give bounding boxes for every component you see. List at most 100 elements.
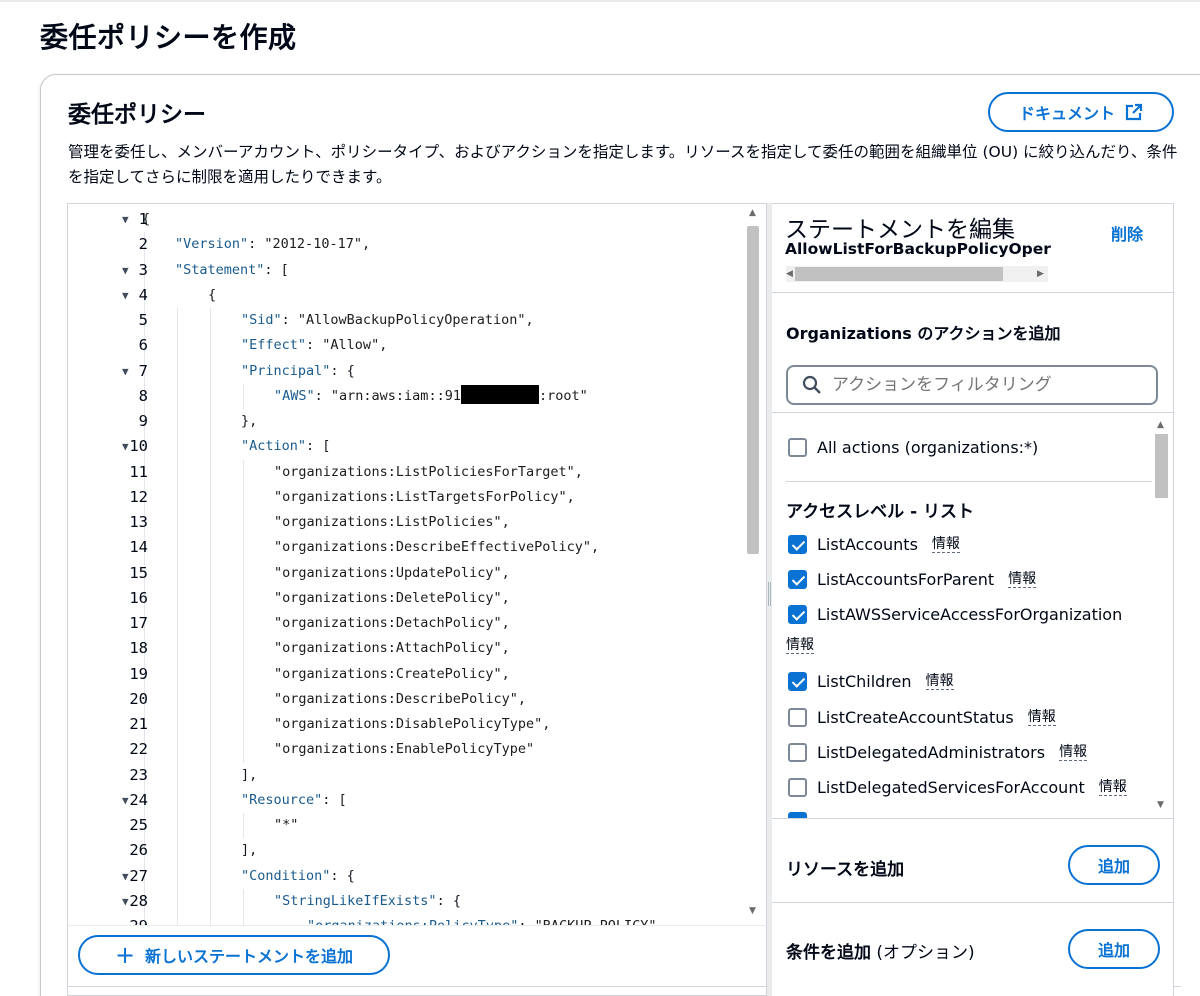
sid-scrollbar-thumb[interactable] xyxy=(795,267,1003,281)
line-number: 28 xyxy=(129,891,148,910)
fold-caret-icon[interactable]: ▼ xyxy=(122,788,129,813)
action-checkbox-row[interactable]: ListDelegatedServicesForAccount 情報 xyxy=(788,775,1127,799)
code-line[interactable]: 23], xyxy=(68,763,748,788)
action-filter-input[interactable] xyxy=(832,375,1132,395)
condition-optional-label: (オプション) xyxy=(876,943,975,963)
action-checkbox-row[interactable]: ListAWSServiceAccessForOrganization xyxy=(788,602,1122,626)
list-scroll-down-arrow-icon[interactable]: ▼ xyxy=(1157,800,1164,810)
info-link[interactable]: 情報 xyxy=(786,637,814,654)
all-actions-checkbox[interactable] xyxy=(788,437,807,457)
add-resource-button[interactable]: 追加 xyxy=(1068,845,1160,885)
action-checkbox[interactable] xyxy=(788,569,807,589)
fold-caret-icon[interactable]: ▼ xyxy=(122,258,129,283)
panel-description: 管理を委任し、メンバーアカウント、ポリシータイプ、およびアクションを指定します。… xyxy=(68,143,1178,186)
info-link[interactable]: 情報 xyxy=(1027,709,1056,726)
code-line[interactable]: 6 "Effect": "Allow", xyxy=(68,333,748,358)
add-new-statement-button[interactable]: + 新しいステートメントを追加 xyxy=(78,935,390,975)
documentation-button[interactable]: ドキュメント xyxy=(988,92,1174,132)
code-line[interactable]: 16 "organizations:DeletePolicy", xyxy=(68,586,748,611)
json-punctuation: , xyxy=(361,236,371,253)
json-string: "arn:aws:iam::91 xyxy=(330,387,461,404)
statement-sid: AllowListForBackupPolicyOpera xyxy=(785,240,1051,258)
line-number: 25 xyxy=(129,816,148,834)
code-line[interactable]: 13 "organizations:ListPolicies", xyxy=(68,510,748,535)
code-line[interactable]: 15 "organizations:UpdatePolicy", xyxy=(68,561,748,586)
delete-statement-link[interactable]: 削除 xyxy=(1111,221,1143,245)
json-string: "organizations:DescribePolicy" xyxy=(274,690,518,707)
action-checkbox-row[interactable]: ListCreateAccountStatus 情報 xyxy=(788,705,1056,729)
action-filter-box[interactable] xyxy=(786,365,1158,405)
line-number: 27 xyxy=(129,866,148,885)
code-line[interactable]: 20 "organizations:DescribePolicy", xyxy=(68,687,748,712)
action-list-scrollbar-thumb[interactable] xyxy=(1155,434,1168,498)
action-checkbox[interactable] xyxy=(788,534,807,554)
code-line[interactable]: 26], xyxy=(68,838,748,863)
fold-caret-icon[interactable]: ▼ xyxy=(122,889,129,914)
json-punctuation: : xyxy=(314,387,331,404)
fold-caret-icon[interactable]: ▼ xyxy=(122,864,129,889)
scroll-left-arrow-icon[interactable]: ◀ xyxy=(786,269,793,279)
code-line[interactable]: 14 "organizations:DescribeEffectivePolicy… xyxy=(68,535,748,560)
fold-caret-icon[interactable]: ▼ xyxy=(122,283,129,308)
code-line[interactable]: 9}, xyxy=(68,409,748,434)
json-punctuation: : [ xyxy=(322,791,347,808)
code-line[interactable]: 22 "organizations:EnablePolicyType" xyxy=(68,737,748,762)
fold-caret-icon[interactable]: ▼ xyxy=(122,207,129,232)
code-line[interactable]: 27 ▼ "Condition": { xyxy=(68,864,748,889)
policy-json-editor[interactable]: 1 ▼ {2 "Version": "2012-10-17", 3 ▼ "Statement… xyxy=(67,203,767,925)
code-line[interactable]: 17 "organizations:DetachPolicy", xyxy=(68,611,748,636)
code-line[interactable]: 7 ▼ "Principal": { xyxy=(68,359,748,384)
code-text: { xyxy=(142,207,150,232)
code-line[interactable]: 29 "organizations:PolicyType": "BACKUP_PO… xyxy=(68,914,748,925)
action-label: ListAWSServiceAccessForOrganization xyxy=(817,604,1123,624)
action-checkbox-row[interactable]: ListAccountsForParent 情報 xyxy=(788,567,1037,591)
action-checkbox[interactable] xyxy=(788,742,807,762)
code-line[interactable]: 3 ▼ "Statement": [ xyxy=(68,258,748,283)
action-checkbox-row[interactable]: ListAccounts 情報 xyxy=(788,532,960,556)
action-label: ListDelegatedAdministrators xyxy=(817,742,1046,762)
pane-divider xyxy=(772,412,1174,413)
code-line[interactable]: 1 ▼ { xyxy=(68,207,748,232)
action-checkbox[interactable] xyxy=(788,777,807,797)
action-checkbox[interactable] xyxy=(788,671,807,691)
json-string: "BACKUP_POLICY" xyxy=(535,918,657,925)
info-link[interactable]: 情報 xyxy=(931,536,960,553)
action-checkbox[interactable] xyxy=(788,707,807,727)
scroll-right-arrow-icon[interactable]: ▶ xyxy=(1037,269,1044,279)
code-line[interactable]: 11 "organizations:ListPoliciesForTarget", xyxy=(68,460,748,485)
code-line[interactable]: 12 "organizations:ListTargetsForPolicy", xyxy=(68,485,748,510)
fold-caret-icon[interactable]: ▼ xyxy=(122,434,129,459)
code-line[interactable]: 18 "organizations:AttachPolicy", xyxy=(68,636,748,661)
splitter-grip-icon[interactable] xyxy=(768,582,771,606)
code-line[interactable]: 19 "organizations:CreatePolicy", xyxy=(68,662,748,687)
code-line[interactable]: 28 ▼ "StringLikeIfExists": { xyxy=(68,889,748,914)
editor-scrollbar-thumb[interactable] xyxy=(747,226,759,554)
all-actions-checkbox-row[interactable]: All actions (organizations:*) xyxy=(788,435,1038,459)
json-punctuation: , xyxy=(501,640,510,657)
action-checkbox[interactable] xyxy=(788,604,807,624)
code-line[interactable]: 2 "Version": "2012-10-17", xyxy=(68,232,748,257)
scroll-down-arrow-icon[interactable]: ▼ xyxy=(749,906,756,916)
info-link[interactable]: 情報 xyxy=(1008,571,1037,588)
code-line[interactable]: 10 ▼ "Action": [ xyxy=(68,434,748,459)
code-line[interactable]: 4 ▼ { xyxy=(68,283,748,308)
info-link[interactable]: 情報 xyxy=(1059,744,1088,761)
code-line[interactable]: 5 "Sid": "AllowBackupPolicyOperation", xyxy=(68,308,748,333)
json-string: "organizations:ListPoliciesForTarget" xyxy=(274,463,575,480)
list-scroll-up-arrow-icon[interactable]: ▲ xyxy=(1157,420,1164,430)
fold-caret-icon[interactable]: ▼ xyxy=(122,359,129,384)
code-line[interactable]: 24 ▼ "Resource": [ xyxy=(68,788,748,813)
action-checkbox-row[interactable]: ListDelegatedAdministrators 情報 xyxy=(788,740,1088,764)
list-divider xyxy=(786,481,1152,482)
code-line[interactable]: 21 "organizations:DisablePolicyType", xyxy=(68,712,748,737)
json-punctuation: , xyxy=(501,514,510,530)
action-checkbox-row[interactable]: ListChildren 情報 xyxy=(788,669,954,693)
scroll-up-arrow-icon[interactable]: ▲ xyxy=(749,208,756,218)
code-line[interactable]: 8 "AWS": "arn:aws:iam::91:root" xyxy=(68,384,748,409)
info-link[interactable]: 情報 xyxy=(925,673,954,690)
code-text: "Resource": [ xyxy=(241,788,347,813)
info-link[interactable]: 情報 xyxy=(1098,779,1127,796)
add-condition-button[interactable]: 追加 xyxy=(1068,929,1160,969)
json-string: "organizations:DeletePolicy" xyxy=(274,589,502,606)
code-line[interactable]: 25 "*" xyxy=(68,813,748,838)
